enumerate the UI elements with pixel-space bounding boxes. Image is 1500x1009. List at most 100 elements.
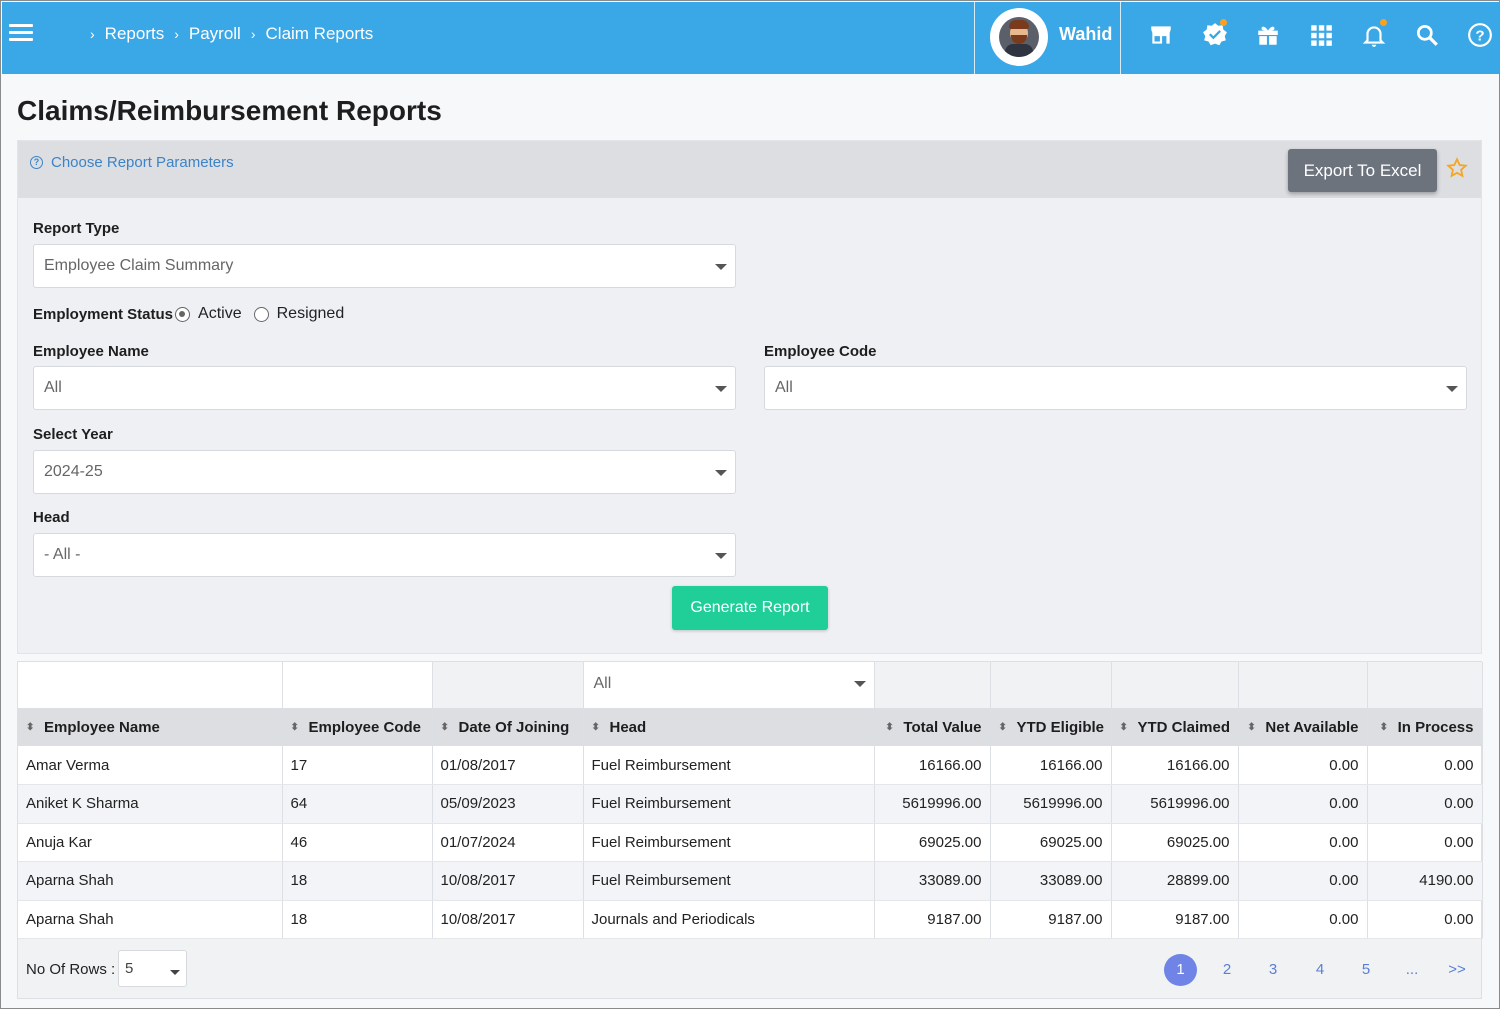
report-parameters-panel: ? Choose Report Parameters Export To Exc…	[17, 140, 1482, 654]
avatar[interactable]	[990, 8, 1048, 66]
page-3-button[interactable]: 3	[1266, 954, 1280, 986]
cell-total-value: 69025.00	[874, 823, 991, 862]
report-type-label: Report Type	[33, 220, 120, 237]
cell-ytd-eligible: 9187.00	[990, 900, 1112, 939]
breadcrumb-payroll[interactable]: Payroll	[189, 24, 241, 44]
notification-dot	[1380, 19, 1387, 26]
generate-report-button[interactable]: Generate Report	[672, 586, 828, 630]
report-type-value: Employee Claim Summary	[44, 257, 234, 274]
notification-dot	[1220, 19, 1227, 26]
page-5-button[interactable]: 5	[1359, 954, 1373, 986]
choose-parameters-toggle[interactable]: ? Choose Report Parameters	[30, 154, 234, 171]
filter-cell	[18, 662, 283, 709]
sort-icon: ⬍	[1379, 721, 1389, 733]
store-icon[interactable]	[1148, 22, 1174, 48]
verified-badge-icon[interactable]	[1202, 19, 1228, 48]
column-header-net-available[interactable]: ⬍ Net Available	[1238, 708, 1368, 746]
select-year-select[interactable]: 2024-25	[33, 450, 736, 494]
radio-active-label[interactable]: Active	[198, 305, 242, 323]
filter-cell	[432, 662, 584, 709]
table-row[interactable]: Aparna Shah 18 10/08/2017 Journals and P…	[18, 900, 1483, 939]
cell-ytd-claimed: 16166.00	[1111, 746, 1239, 785]
employment-status-group: Employment Status Active Resigned	[33, 305, 354, 323]
head-select[interactable]: - All -	[33, 533, 736, 577]
column-header-in-process[interactable]: ⬍ In Process	[1367, 708, 1483, 746]
column-label: Employee Name	[44, 718, 160, 736]
rows-per-page-select[interactable]: 5	[118, 950, 187, 987]
apps-grid-icon[interactable]	[1308, 22, 1334, 48]
column-label: YTD Claimed	[1137, 718, 1231, 736]
column-header-ytd-eligible[interactable]: ⬍ YTD Eligible	[990, 708, 1112, 746]
column-header-total-value[interactable]: ⬍ Total Value	[874, 708, 991, 746]
next-pages-button[interactable]: >>	[1446, 954, 1468, 986]
cell-net-available: 0.00	[1238, 784, 1368, 824]
rows-per-page-label: No Of Rows :	[26, 961, 116, 978]
cell-head: Fuel Reimbursement	[583, 784, 875, 824]
table-body: Amar Verma 17 01/08/2017 Fuel Reimbursem…	[18, 746, 1483, 939]
top-navigation-bar: › Reports › Payroll › Claim Reports Wahi…	[2, 2, 1500, 74]
bell-icon[interactable]	[1361, 19, 1387, 48]
employee-code-select[interactable]: All	[764, 366, 1467, 410]
page-1-button[interactable]: 1	[1164, 954, 1197, 986]
cell-employee-code: 46	[282, 823, 433, 862]
filter-cell	[1111, 662, 1239, 709]
column-header-ytd-claimed[interactable]: ⬍ YTD Claimed	[1111, 708, 1239, 746]
employee-name-value: All	[44, 379, 62, 396]
help-icon[interactable]: ?	[1467, 22, 1493, 48]
column-header-date-of-joining[interactable]: ⬍ Date Of Joining	[432, 708, 584, 746]
employee-name-select[interactable]: All	[33, 366, 736, 410]
caret-down-icon	[715, 553, 727, 559]
menu-icon[interactable]	[9, 24, 33, 42]
user-profile[interactable]: Wahid	[974, 2, 1121, 74]
caret-down-icon	[1446, 386, 1458, 392]
cell-head: Journals and Periodicals	[583, 900, 875, 939]
star-icon[interactable]	[1446, 157, 1468, 179]
cell-ytd-claimed: 28899.00	[1111, 861, 1239, 901]
cell-total-value: 9187.00	[874, 900, 991, 939]
column-header-employee-name[interactable]: ⬍ Employee Name	[18, 708, 283, 746]
employee-code-value: All	[775, 379, 793, 396]
cell-employee-name: Aparna Shah	[18, 861, 283, 901]
page-ellipsis[interactable]: ...	[1402, 954, 1422, 986]
table-row[interactable]: Anuja Kar 46 01/07/2024 Fuel Reimburseme…	[18, 823, 1483, 862]
svg-text:?: ?	[1475, 27, 1484, 44]
filter-cell	[1238, 662, 1368, 709]
caret-down-icon	[853, 681, 866, 688]
head-filter-select[interactable]: All	[584, 662, 874, 707]
page-4-button[interactable]: 4	[1313, 954, 1327, 986]
claims-report-table: All ⬍ Employee Name ⬍ Employee Code ⬍ Date …	[17, 661, 1483, 999]
cell-date-of-joining: 01/07/2024	[432, 823, 584, 862]
choose-parameters-label: Choose Report Parameters	[51, 154, 234, 171]
column-header-head[interactable]: ⬍ Head	[583, 708, 875, 746]
radio-active[interactable]	[175, 306, 191, 322]
head-filter-cell: All	[583, 662, 875, 709]
table-row[interactable]: Aparna Shah 18 10/08/2017 Fuel Reimburse…	[18, 861, 1483, 901]
head-value: - All -	[44, 546, 81, 563]
cell-employee-code: 18	[282, 861, 433, 901]
gift-icon[interactable]	[1255, 22, 1281, 48]
search-icon[interactable]	[1414, 22, 1440, 48]
table-row[interactable]: Amar Verma 17 01/08/2017 Fuel Reimbursem…	[18, 746, 1483, 785]
sort-icon: ⬍	[26, 721, 35, 733]
breadcrumb-reports[interactable]: Reports	[105, 24, 165, 44]
filter-cell	[990, 662, 1112, 709]
radio-resigned-label[interactable]: Resigned	[277, 305, 345, 323]
table-row[interactable]: Aniket K Sharma 64 05/09/2023 Fuel Reimb…	[18, 784, 1483, 824]
column-label: Employee Code	[308, 718, 422, 736]
username[interactable]: Wahid	[1059, 24, 1112, 45]
employee-code-label: Employee Code	[764, 343, 877, 360]
cell-head: Fuel Reimbursement	[583, 823, 875, 862]
cell-employee-name: Anuja Kar	[18, 823, 283, 862]
cell-head: Fuel Reimbursement	[583, 746, 875, 785]
caret-down-icon	[715, 470, 727, 476]
page-2-button[interactable]: 2	[1220, 954, 1234, 986]
report-type-select[interactable]: Employee Claim Summary	[33, 244, 736, 288]
chevron-right-icon: ›	[250, 26, 256, 42]
breadcrumb-claim-reports[interactable]: Claim Reports	[266, 24, 374, 44]
help-circle-icon: ?	[30, 156, 43, 169]
export-to-excel-button[interactable]: Export To Excel	[1288, 149, 1437, 192]
sort-icon: ⬍	[591, 721, 600, 733]
column-header-employee-code[interactable]: ⬍ Employee Code	[282, 708, 433, 746]
radio-resigned[interactable]	[253, 306, 269, 322]
cell-employee-code: 18	[282, 900, 433, 939]
